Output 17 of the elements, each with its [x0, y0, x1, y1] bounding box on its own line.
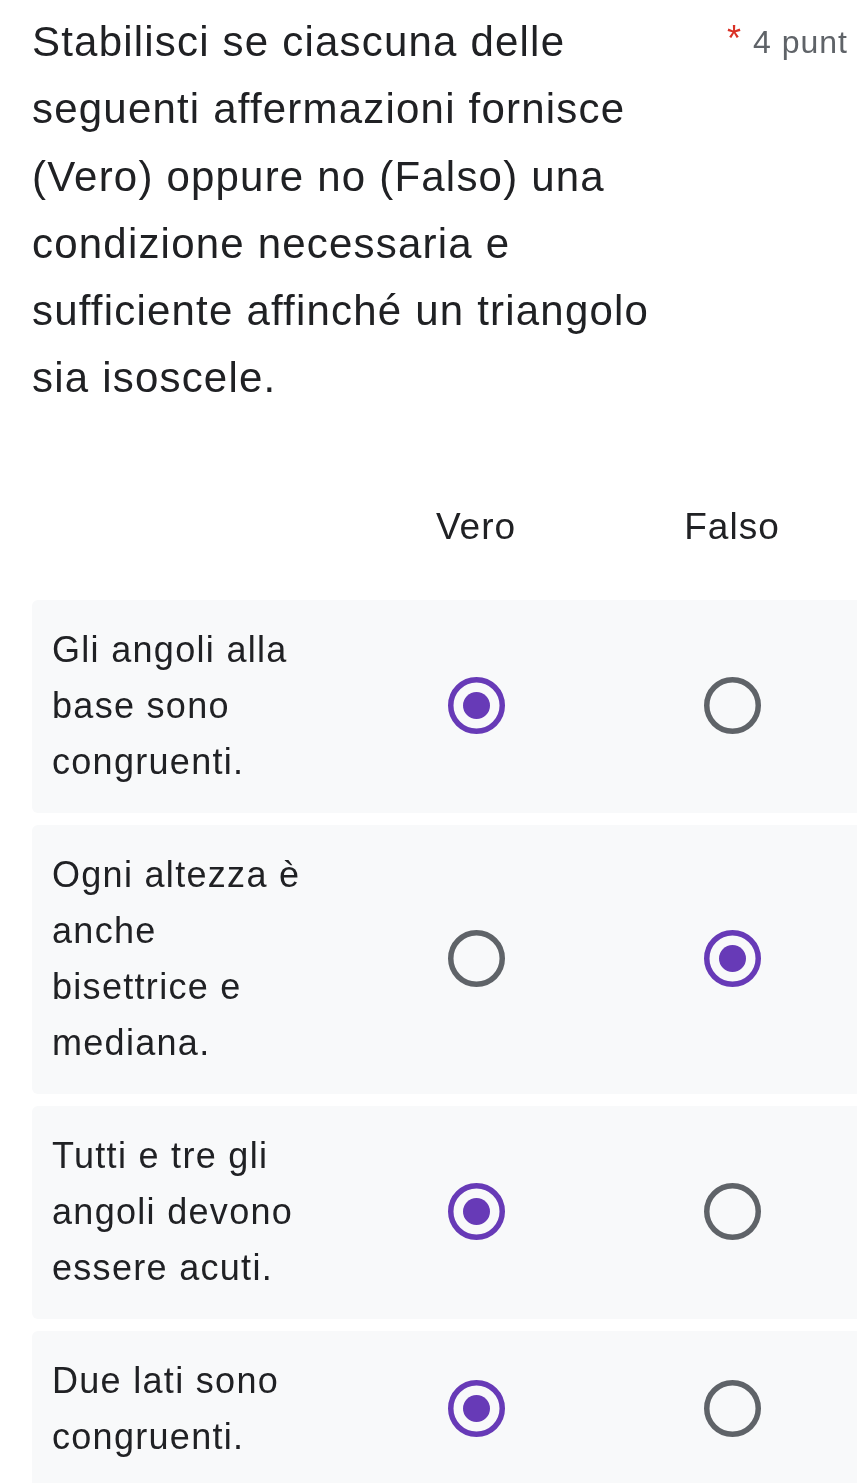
radio-button[interactable] [703, 1380, 761, 1438]
radio-button[interactable] [703, 930, 761, 988]
required-asterisk: * [727, 22, 741, 56]
radio-button[interactable] [447, 1183, 505, 1241]
radio-button[interactable] [447, 1380, 505, 1438]
radio-button[interactable] [447, 677, 505, 735]
radio-button[interactable] [447, 930, 505, 988]
column-header: Vero [435, 504, 517, 549]
radio-button[interactable] [703, 1183, 761, 1241]
statement-text: Gli angoli alla base sono congruenti. [52, 627, 289, 784]
radio-button[interactable] [703, 677, 761, 735]
points-label: 4 punt [753, 23, 848, 62]
column-header: Falso [684, 504, 780, 549]
statement-text: Ogni altezza è anche bisettrice e mediana. [52, 852, 302, 1065]
statement-text: Due lati sono congruenti. [52, 1358, 281, 1459]
question-title: Stabilisci se ciascuna delle seguenti affermazioni fornisce (Vero) oppure no (Falso) una condizione necessaria e sufficiente affinché un triangolo sia isoscele. [32, 17, 651, 404]
statement-text: Tutti e tre gli angoli devono essere acuti. [52, 1133, 295, 1290]
